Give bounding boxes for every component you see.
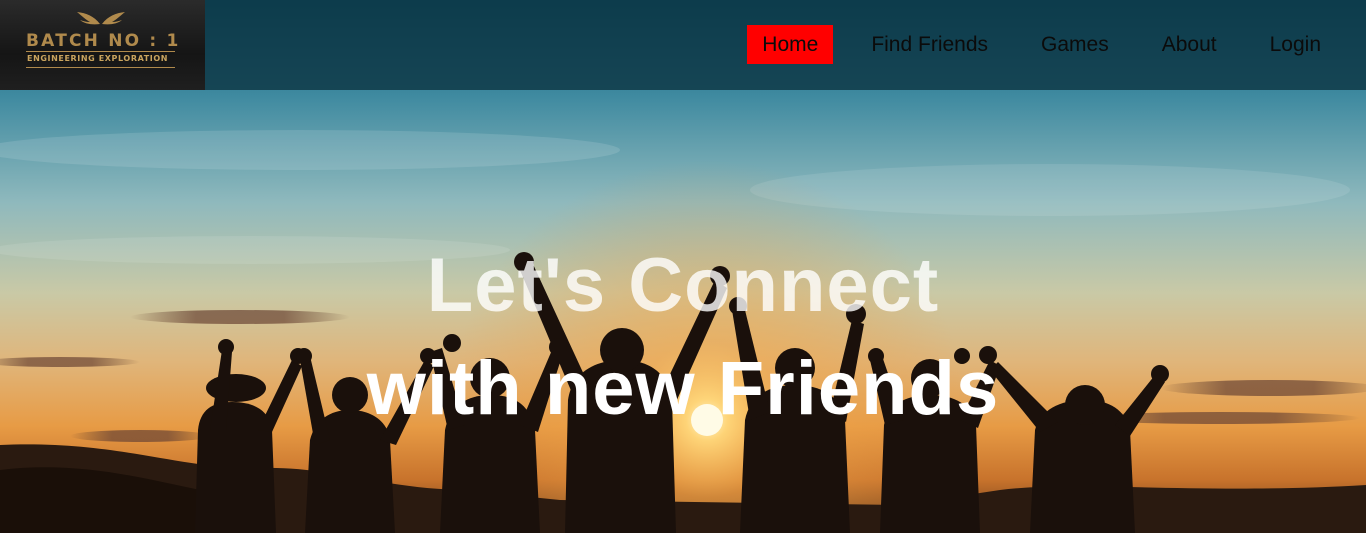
logo-divider	[26, 51, 175, 52]
nav-item-login[interactable]: Login	[1255, 25, 1336, 64]
top-navbar: BATCH NO : 1 ENGINEERING EXPLORATION Hom…	[0, 0, 1366, 90]
brand-logo[interactable]: BATCH NO : 1 ENGINEERING EXPLORATION	[0, 0, 205, 90]
logo-title: BATCH NO : 1	[26, 31, 181, 51]
nav-item-home[interactable]: Home	[747, 25, 834, 64]
nav-item-games[interactable]: Games	[1026, 25, 1124, 64]
logo-divider	[26, 67, 175, 68]
wings-icon	[77, 12, 125, 25]
nav-item-find-friends[interactable]: Find Friends	[856, 25, 1003, 64]
nav-item-about[interactable]: About	[1147, 25, 1232, 64]
hero-headline-line1: Let's Connect	[426, 243, 940, 328]
landing-page: BATCH NO : 1 ENGINEERING EXPLORATION Hom…	[0, 0, 1366, 533]
logo-subtitle: ENGINEERING EXPLORATION	[27, 54, 169, 63]
main-nav: Home Find Friends Games About Login	[747, 25, 1336, 64]
hero-headline-line2: with new Friends	[366, 346, 1000, 431]
